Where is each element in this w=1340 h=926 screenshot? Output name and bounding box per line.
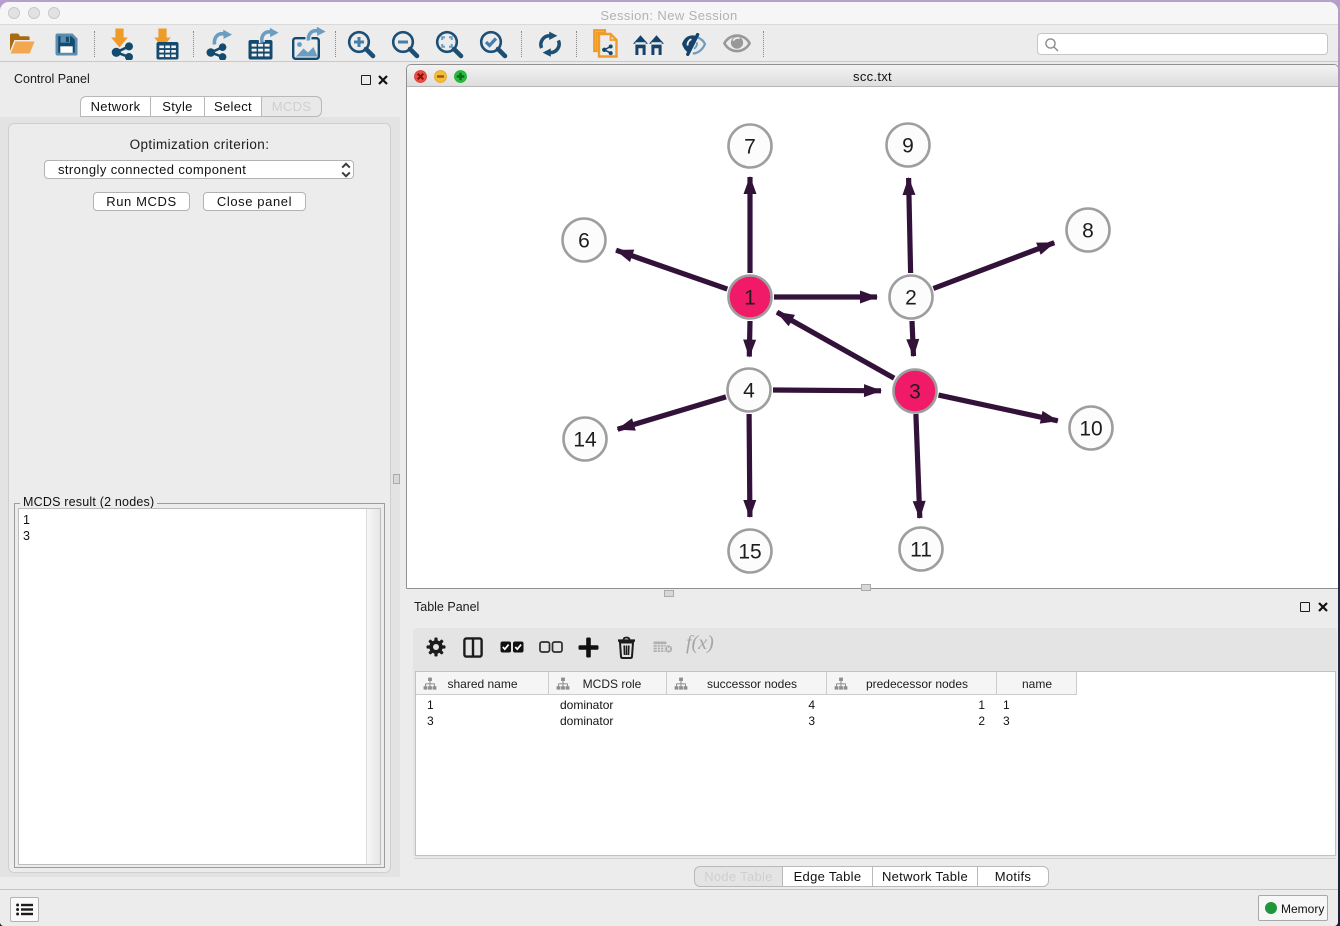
svg-text:2: 2 — [905, 287, 917, 310]
svg-text:4: 4 — [743, 380, 755, 403]
svg-text:11: 11 — [910, 539, 932, 562]
svg-text:9: 9 — [902, 135, 914, 158]
svg-text:7: 7 — [744, 136, 756, 159]
svg-text:6: 6 — [578, 230, 590, 253]
svg-text:1: 1 — [744, 287, 756, 310]
svg-text:3: 3 — [909, 381, 921, 404]
svg-text:14: 14 — [573, 429, 597, 452]
svg-text:8: 8 — [1082, 220, 1094, 243]
svg-text:10: 10 — [1079, 418, 1102, 441]
svg-text:15: 15 — [738, 541, 761, 564]
